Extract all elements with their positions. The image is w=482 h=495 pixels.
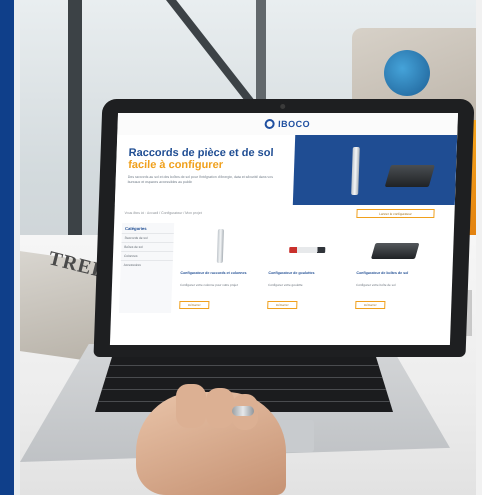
hero-title-line2: facile à configurer — [127, 159, 224, 171]
product-name: Configurateur de boîtes de sol — [356, 271, 409, 275]
site-logo[interactable]: IBOCO — [264, 119, 311, 129]
window-frame-left — [68, 0, 82, 240]
product-card-floorboxes[interactable]: Configurateur de boîtes de sol Configure… — [354, 225, 438, 343]
product-image — [181, 225, 263, 269]
hero-title: Raccords de pièce et de sol facile à con… — [128, 147, 274, 171]
configurator-cta-button[interactable]: Lancer le configurateur — [356, 209, 435, 218]
finger — [176, 384, 206, 428]
product-desc: Configurez votre boîte de sol — [355, 283, 396, 287]
product-name: Configurateur de goulottes — [268, 271, 315, 275]
laptop-screen: IBOCO Raccords de pièce et de sol facile… — [109, 113, 459, 345]
window-frame-right — [256, 0, 266, 100]
filter-title: Catégories — [124, 226, 147, 231]
site-header: IBOCO — [117, 113, 459, 135]
breadcrumb[interactable]: Vous êtes ici : Accueil / Configurateur … — [124, 211, 201, 215]
filter-item[interactable]: Colonnes — [120, 251, 174, 260]
logo-mark-icon — [264, 119, 276, 129]
product-desc: Configurez votre colonne pour votre proj… — [179, 283, 238, 287]
right-edge — [476, 0, 482, 495]
product-card-trunking[interactable]: Configurateur de goulottes Configurez vo… — [266, 225, 350, 343]
hero-title-line1: Raccords de pièce et de sol — [128, 147, 274, 159]
ring — [232, 406, 254, 416]
category-filter-panel: Catégories Raccords de sol Boîtes de sol… — [119, 223, 175, 313]
finger — [206, 388, 234, 428]
product-start-button[interactable]: Démarrer — [355, 301, 386, 309]
product-desc: Configurez votre goulotte — [267, 283, 303, 287]
band-divider — [14, 0, 20, 495]
brand-color-band — [0, 0, 14, 495]
filter-item[interactable]: Raccords de sol — [121, 233, 174, 242]
product-image — [357, 225, 439, 269]
hero-body: Des raccords au sol et des boîtes de sol… — [127, 175, 273, 184]
hero-banner: Raccords de pièce et de sol facile à con… — [114, 135, 458, 205]
product-start-button[interactable]: Démarrer — [267, 301, 298, 309]
logo-text: IBOCO — [277, 119, 311, 129]
product-image — [269, 225, 351, 269]
laptop-lid: IBOCO Raccords de pièce et de sol facile… — [93, 99, 475, 357]
product-grid: Configurateur de raccords et colonnes Co… — [178, 225, 446, 343]
hero-floorbox-image — [384, 165, 435, 187]
blue-lamp — [384, 50, 430, 96]
photo-scene: TREE IBOCO Raccords de pièce et de sol f… — [0, 0, 482, 495]
filter-item[interactable]: Boîtes de sol — [121, 242, 174, 251]
product-start-button[interactable]: Démarrer — [179, 301, 210, 309]
webcam-icon — [280, 104, 286, 109]
product-name: Configurateur de raccords et colonnes — [180, 271, 247, 275]
product-card-columns[interactable]: Configurateur de raccords et colonnes Co… — [178, 225, 262, 343]
filter-item[interactable]: Accessoires — [120, 260, 173, 269]
